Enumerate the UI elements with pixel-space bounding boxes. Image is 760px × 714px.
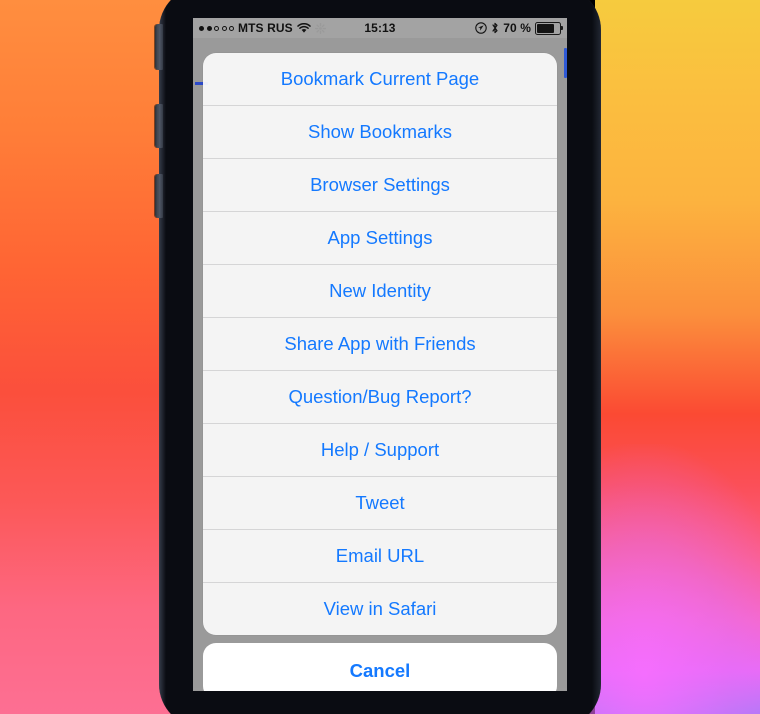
status-bar: MTS RUS 15:13 70 %	[193, 18, 567, 38]
cancel-label: Cancel	[349, 660, 411, 681]
cancel-button[interactable]: Cancel	[203, 643, 557, 691]
status-bar-clock: 15:13	[364, 21, 396, 35]
cancel-container: Cancel	[203, 643, 557, 691]
action-new-identity[interactable]: New Identity	[203, 265, 557, 318]
action-label: Browser Settings	[310, 174, 450, 195]
action-label: Share App with Friends	[284, 333, 476, 354]
action-question-bug-report[interactable]: Question/Bug Report?	[203, 371, 557, 424]
volume-up-button[interactable]	[155, 104, 163, 148]
action-label: Help / Support	[320, 439, 440, 460]
action-tweet[interactable]: Tweet	[203, 477, 557, 530]
phone-screen: MTS RUS 15:13 70 % Bookmark Current Page…	[193, 18, 567, 691]
action-show-bookmarks[interactable]: Show Bookmarks	[203, 106, 557, 159]
action-bookmark-current-page[interactable]: Bookmark Current Page	[203, 53, 557, 106]
wallpaper-right	[540, 0, 760, 714]
action-label: New Identity	[329, 280, 431, 301]
action-label: Tweet	[355, 492, 405, 513]
action-sheet-options: Bookmark Current Page Show Bookmarks Bro…	[203, 53, 557, 635]
action-label: Email URL	[335, 545, 425, 566]
page-edge-highlight	[564, 48, 567, 78]
screenshot-root: MTS RUS 15:13 70 % Bookmark Current Page…	[0, 0, 760, 714]
mute-switch[interactable]	[155, 24, 163, 70]
volume-down-button[interactable]	[155, 174, 163, 218]
action-view-in-safari[interactable]: View in Safari	[203, 583, 557, 635]
action-help-support[interactable]: Help / Support	[203, 424, 557, 477]
action-label: Question/Bug Report?	[288, 386, 472, 407]
wallpaper-left	[0, 0, 175, 714]
battery-icon	[535, 21, 563, 35]
action-label: View in Safari	[323, 598, 437, 619]
action-email-url[interactable]: Email URL	[203, 530, 557, 583]
action-sheet: Bookmark Current Page Show Bookmarks Bro…	[203, 53, 557, 691]
action-label: Bookmark Current Page	[280, 68, 480, 89]
action-label: Show Bookmarks	[308, 121, 452, 142]
action-browser-settings[interactable]: Browser Settings	[203, 159, 557, 212]
action-share-app-with-friends[interactable]: Share App with Friends	[203, 318, 557, 371]
action-label: App Settings	[327, 227, 433, 248]
action-app-settings[interactable]: App Settings	[203, 212, 557, 265]
